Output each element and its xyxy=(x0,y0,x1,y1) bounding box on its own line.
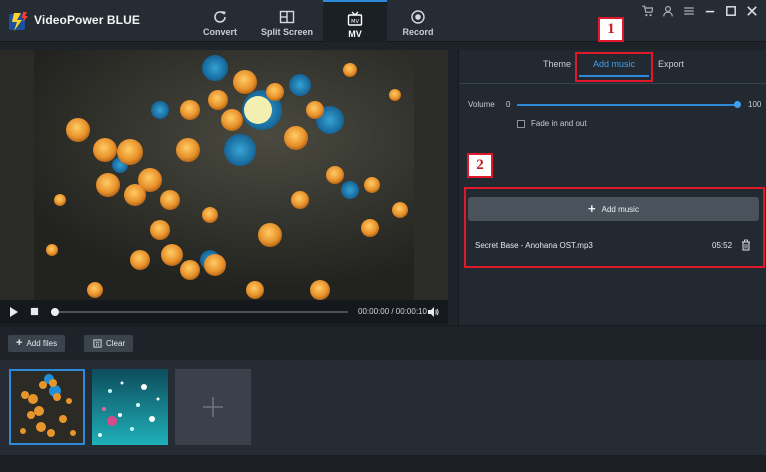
plus-icon xyxy=(203,397,223,417)
tab-split-screen-label: Split Screen xyxy=(260,27,314,37)
media-thumbnail[interactable] xyxy=(92,369,168,445)
settings-panel: Theme Add music Export Volume 0 100 Fade… xyxy=(458,50,766,325)
volume-icon[interactable] xyxy=(427,306,439,318)
volume-min: 0 xyxy=(506,100,511,109)
cart-icon[interactable] xyxy=(641,5,653,17)
tab-record[interactable]: Record xyxy=(386,0,450,42)
volume-max: 100 xyxy=(748,100,762,109)
app-title: VideoPower BLUE xyxy=(34,13,140,27)
split-screen-icon xyxy=(279,10,295,24)
menu-icon[interactable] xyxy=(683,5,695,17)
tab-export[interactable]: Export xyxy=(658,59,684,69)
user-icon[interactable] xyxy=(662,5,674,17)
bokeh-video-frame xyxy=(0,50,448,300)
highlight-box-1 xyxy=(575,52,653,82)
highlight-box-2 xyxy=(464,187,765,268)
maximize-icon[interactable] xyxy=(725,5,737,17)
thumbnail-image xyxy=(92,369,168,445)
tv-icon: MV xyxy=(347,11,363,26)
play-icon[interactable] xyxy=(9,307,19,317)
tab-record-label: Record xyxy=(402,27,434,37)
annotation-badge-2: 2 xyxy=(467,153,493,178)
tab-convert[interactable]: Convert xyxy=(188,0,252,42)
volume-slider[interactable] xyxy=(517,104,737,106)
clear-button[interactable]: Clear xyxy=(84,335,134,352)
volume-label: Volume xyxy=(468,100,495,109)
tab-theme[interactable]: Theme xyxy=(543,59,571,69)
add-files-button[interactable]: + Add files xyxy=(8,335,66,352)
stop-icon[interactable] xyxy=(30,307,39,316)
record-icon xyxy=(411,10,425,24)
progress-track[interactable] xyxy=(52,311,348,313)
video-preview[interactable] xyxy=(0,50,448,300)
window-controls xyxy=(641,5,758,17)
status-bar xyxy=(0,455,766,472)
close-icon[interactable] xyxy=(746,5,758,17)
refresh-icon xyxy=(214,11,226,23)
progress-knob[interactable] xyxy=(51,308,59,316)
tab-mv[interactable]: MV MV xyxy=(323,0,387,42)
media-timeline xyxy=(0,360,766,455)
add-files-label: Add files xyxy=(26,339,58,348)
media-toolbar: + Add files Clear xyxy=(0,325,766,359)
fade-label: Fade in and out xyxy=(531,119,587,128)
playback-time: 00:00:00 / 00:00:10 xyxy=(358,307,427,316)
title-bar: VideoPower BLUE Convert Split Screen MV … xyxy=(0,0,766,42)
minimize-icon[interactable] xyxy=(704,5,716,17)
media-thumbnail[interactable] xyxy=(9,369,85,445)
tab-mv-label: MV xyxy=(348,29,362,39)
plus-icon: + xyxy=(16,337,23,349)
trash-icon xyxy=(93,339,102,348)
volume-slider-knob[interactable] xyxy=(734,101,741,108)
tab-convert-label: Convert xyxy=(202,27,237,37)
clear-label: Clear xyxy=(106,339,126,348)
fade-checkbox[interactable] xyxy=(517,120,525,128)
add-media-slot[interactable] xyxy=(175,369,251,445)
svg-text:MV: MV xyxy=(351,19,359,25)
player-controls: 00:00:00 / 00:00:10 xyxy=(0,300,448,324)
tab-split-screen[interactable]: Split Screen xyxy=(254,0,320,42)
thumbnail-image xyxy=(11,371,83,443)
annotation-badge-1: 1 xyxy=(598,17,624,42)
app-logo-icon xyxy=(9,12,28,31)
